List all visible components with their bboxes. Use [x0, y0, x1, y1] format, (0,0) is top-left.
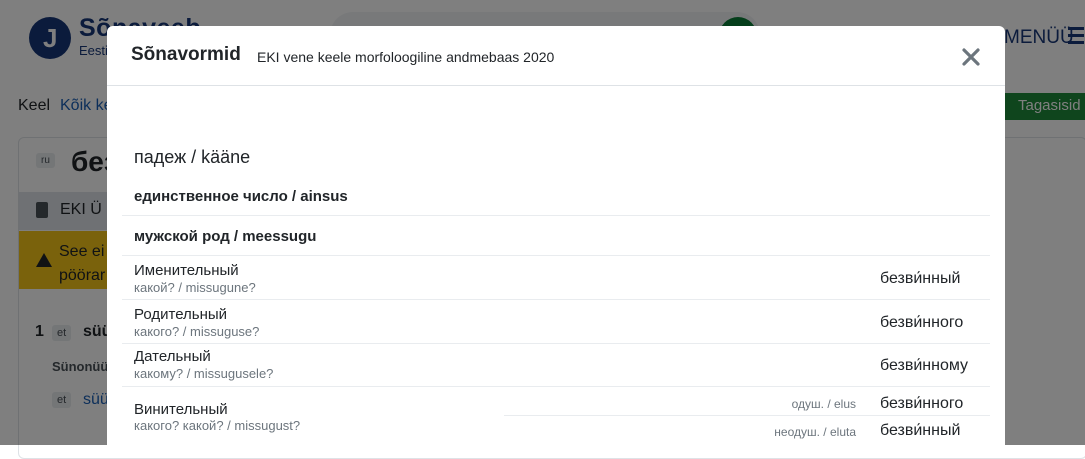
case-row-nominative: Именительный какой? / missugune? безви́н…	[122, 256, 990, 300]
case-row-genitive: Родительный какого? / missuguse? безви́н…	[122, 300, 990, 344]
word-form: безви́нного	[880, 314, 964, 331]
case-column-heading: падеж / kääne	[134, 147, 251, 167]
word-form-animate: безви́нного	[880, 395, 964, 412]
number-group-row: единственное число / ainsus	[122, 176, 990, 216]
gender-group-label: мужской род / meessugu	[134, 228, 317, 245]
animate-label: одуш. / elus	[791, 397, 856, 411]
sub-row-divider	[504, 415, 990, 416]
case-name: Родительный	[134, 306, 228, 323]
case-name: Винительный	[134, 401, 228, 418]
modal-title: Sõnavormid	[131, 44, 241, 65]
word-form-inanimate: безви́нный	[880, 422, 961, 439]
case-row-accusative: Винительный какого? какой? / missugust? …	[122, 387, 990, 445]
case-question: какого? / missuguse?	[134, 324, 260, 339]
word-form: безви́нному	[880, 357, 969, 374]
number-group-label: единственное число / ainsus	[134, 188, 348, 205]
case-row-dative: Дательный какому? / missugusele? безви́н…	[122, 344, 990, 387]
close-icon	[962, 48, 980, 66]
word-forms-modal: Sõnavormid EKI vene keele morfoloogiline…	[107, 26, 1005, 456]
close-button[interactable]	[958, 43, 984, 71]
case-question: какой? / missugune?	[134, 280, 256, 295]
modal-subtitle: EKI vene keele morfoloogiline andmebaas …	[257, 49, 555, 65]
gender-group-row: мужской род / meessugu	[122, 216, 990, 256]
case-name: Дательный	[134, 348, 211, 365]
word-form: безви́нный	[880, 270, 961, 287]
case-name: Именительный	[134, 262, 239, 279]
case-question: какого? какой? / missugust?	[134, 418, 301, 433]
case-question: какому? / missugusele?	[134, 366, 274, 381]
inanimate-label: неодуш. / eluta	[774, 425, 856, 439]
modal-header: Sõnavormid EKI vene keele morfoloogiline…	[107, 26, 1005, 86]
